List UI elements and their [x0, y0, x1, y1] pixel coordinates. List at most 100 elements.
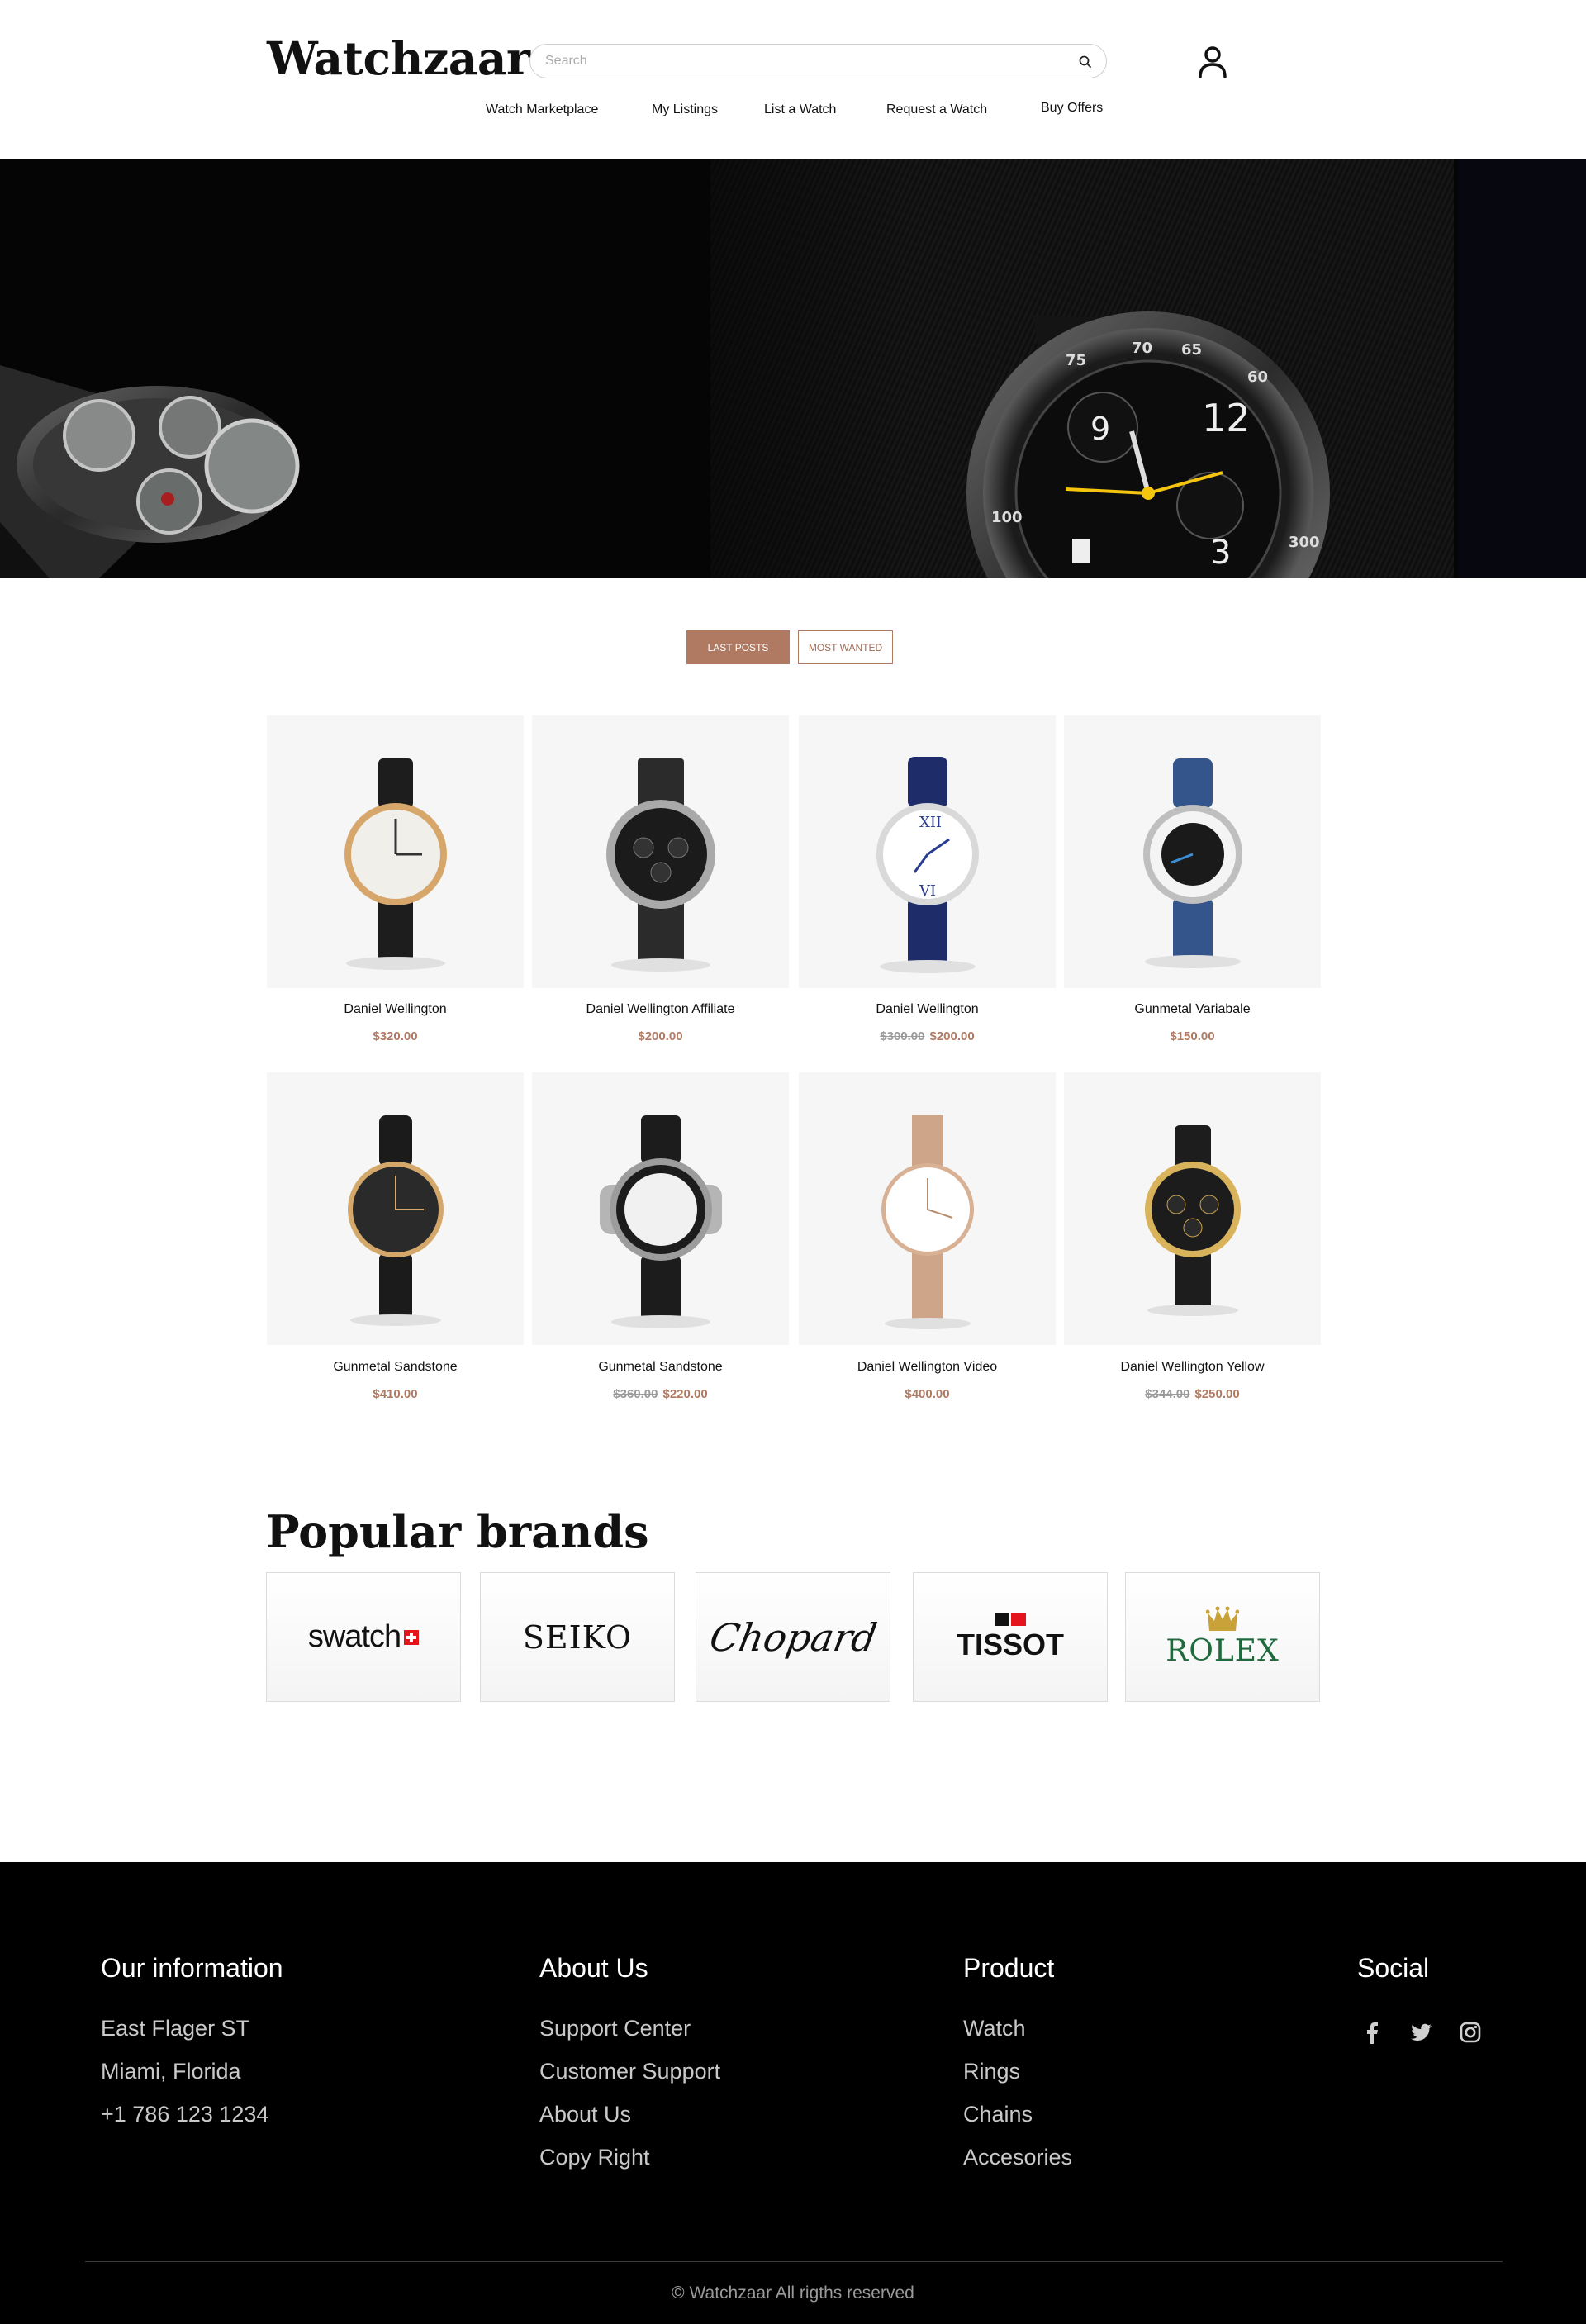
product-name[interactable]: Daniel Wellington Affiliate [532, 1002, 789, 1017]
product-image [600, 1115, 722, 1328]
footer-link-rings[interactable]: Rings [963, 2059, 1020, 2084]
price-current: $400.00 [905, 1387, 950, 1401]
svg-text:65: 65 [1181, 341, 1202, 359]
product-price: $150.00 [1064, 1029, 1321, 1043]
footer-heading-social: Social [1357, 1953, 1430, 1983]
product-card[interactable]: XII VI [799, 715, 1056, 988]
footer-heading-our-information: Our information [101, 1953, 283, 1983]
search-bar[interactable] [529, 44, 1107, 78]
product-image [1143, 758, 1242, 968]
footer-divider [85, 2261, 1503, 2262]
product-price: $410.00 [267, 1387, 524, 1401]
hero-banner: 12 9 3 7065 7560 300200 160140 120100 [0, 159, 1586, 578]
product-image [348, 1115, 444, 1326]
footer-link-about-us[interactable]: About Us [539, 2102, 631, 2127]
footer-link-support-center[interactable]: Support Center [539, 2016, 691, 2041]
footer-link-copy-right[interactable]: Copy Right [539, 2145, 650, 2170]
product-card[interactable] [532, 1072, 789, 1345]
product-image: XII VI [876, 757, 979, 973]
nav-list-a-watch[interactable]: List a Watch [764, 102, 836, 117]
tissot-cross-icon [994, 1612, 1026, 1626]
svg-text:XII: XII [919, 814, 942, 831]
footer-address-street: East Flager ST [101, 2016, 250, 2041]
product-image [606, 758, 715, 972]
brand-swatch[interactable]: swatch [266, 1572, 461, 1702]
footer-heading-product: Product [963, 1953, 1055, 1983]
twitter-icon[interactable] [1408, 2019, 1434, 2046]
brand-rolex[interactable]: ROLEX [1125, 1572, 1320, 1702]
brand-logo-tissot-text: TISSOT [956, 1627, 1064, 1661]
brand-logo-swatch: swatch [307, 1619, 401, 1654]
svg-text:75: 75 [1066, 352, 1086, 369]
price-old: $360.00 [613, 1387, 658, 1401]
product-price: $300.00 $200.00 [799, 1029, 1056, 1043]
instagram-icon[interactable] [1457, 2019, 1484, 2046]
product-card[interactable] [267, 715, 524, 988]
footer-phone[interactable]: +1 786 123 1234 [101, 2102, 268, 2127]
search-icon[interactable] [1078, 55, 1093, 69]
product-price: $344.00 $250.00 [1064, 1387, 1321, 1401]
product-name[interactable]: Gunmetal Variabale [1064, 1002, 1321, 1017]
product-card[interactable] [532, 715, 789, 988]
brand-tissot[interactable]: TISSOT [913, 1572, 1108, 1702]
footer-link-watch[interactable]: Watch [963, 2016, 1026, 2041]
user-account-icon[interactable] [1196, 45, 1229, 79]
price-current: $220.00 [662, 1387, 708, 1401]
price-current: $200.00 [929, 1029, 975, 1043]
footer-copyright: © Watchzaar All rigths reserved [672, 2284, 914, 2303]
hero-watch-image: 12 9 3 7065 7560 300200 160140 120100 [0, 311, 1330, 578]
brand-logo-rolex-text: ROLEX [1166, 1634, 1280, 1668]
nav-buy-offers[interactable]: Buy Offers [1041, 101, 1103, 116]
tab-last-posts[interactable]: LAST POSTS [686, 630, 790, 664]
price-current: $250.00 [1194, 1387, 1240, 1401]
brand-logo-seiko: SEIKO [522, 1618, 633, 1656]
footer-address-city: Miami, Florida [101, 2059, 241, 2084]
product-card[interactable] [799, 1072, 1056, 1345]
price-current: $150.00 [1170, 1029, 1215, 1043]
brand-logo-tissot: TISSOT [956, 1612, 1064, 1662]
nav-my-listings[interactable]: My Listings [652, 102, 718, 117]
svg-text:70: 70 [1132, 340, 1152, 357]
svg-text:VI: VI [919, 882, 936, 900]
product-card[interactable] [1064, 715, 1321, 988]
product-name[interactable]: Daniel Wellington Video [799, 1360, 1056, 1375]
popular-brands-title: Popular brands [266, 1505, 649, 1558]
brand-chopard[interactable]: Chopard [696, 1572, 890, 1702]
product-price: $400.00 [799, 1387, 1056, 1401]
svg-text:100: 100 [991, 509, 1023, 526]
footer-heading-about-us: About Us [539, 1953, 648, 1983]
product-name[interactable]: Daniel Wellington [267, 1002, 524, 1017]
product-name[interactable]: Daniel Wellington [799, 1002, 1056, 1017]
brand-logo-chopard: Chopard [705, 1614, 881, 1660]
product-name[interactable]: Daniel Wellington Yellow [1064, 1360, 1321, 1375]
site-footer: Our information East Flager ST Miami, Fl… [0, 1862, 1586, 2324]
product-price: $200.00 [532, 1029, 789, 1043]
site-logo[interactable]: Watchzaar [267, 31, 530, 85]
svg-text:3: 3 [1210, 534, 1231, 572]
facebook-icon[interactable] [1359, 2019, 1385, 2046]
price-current: $200.00 [638, 1029, 683, 1043]
product-name[interactable]: Gunmetal Sandstone [532, 1360, 789, 1375]
svg-text:12: 12 [1202, 396, 1251, 440]
footer-link-customer-support[interactable]: Customer Support [539, 2059, 720, 2084]
nav-request-a-watch[interactable]: Request a Watch [886, 102, 987, 117]
product-image [881, 1115, 974, 1329]
product-price: $360.00 $220.00 [532, 1387, 789, 1401]
footer-link-accesories[interactable]: Accesories [963, 2145, 1072, 2170]
site-header: Watchzaar Watch Marketplace My Listings … [0, 0, 1586, 159]
product-price: $320.00 [267, 1029, 524, 1043]
product-name[interactable]: Gunmetal Sandstone [267, 1360, 524, 1375]
brand-seiko[interactable]: SEIKO [480, 1572, 675, 1702]
nav-watch-marketplace[interactable]: Watch Marketplace [486, 102, 598, 117]
footer-link-chains[interactable]: Chains [963, 2102, 1033, 2127]
price-old: $300.00 [880, 1029, 925, 1043]
product-card[interactable] [267, 1072, 524, 1345]
crown-icon [1206, 1606, 1239, 1631]
search-input[interactable] [545, 45, 1057, 78]
product-card[interactable] [1064, 1072, 1321, 1345]
price-old: $344.00 [1145, 1387, 1190, 1401]
tab-most-wanted[interactable]: MOST WANTED [798, 630, 893, 664]
brand-logo-rolex: ROLEX [1166, 1606, 1279, 1668]
svg-text:9: 9 [1090, 411, 1110, 447]
price-current: $320.00 [373, 1029, 418, 1043]
